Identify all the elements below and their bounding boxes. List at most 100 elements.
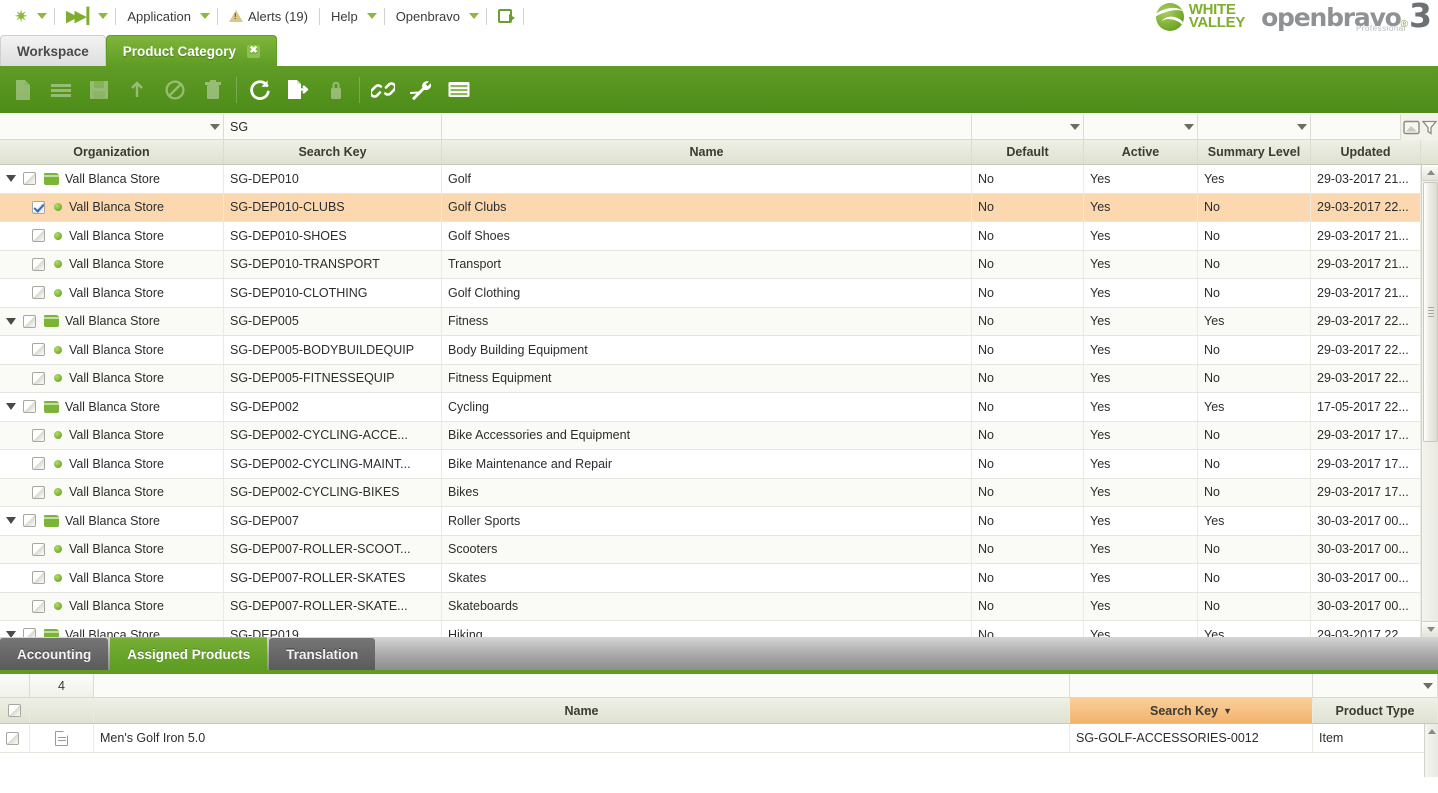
tab-workspace[interactable]: Workspace xyxy=(0,35,106,66)
table-row[interactable]: Vall Blanca Store SG-DEP010-CLUBS Golf Clu… xyxy=(0,193,1438,222)
expand-collapse-triangle-icon[interactable] xyxy=(6,403,16,411)
filter-product-type[interactable] xyxy=(1313,674,1438,697)
row-checkbox[interactable] xyxy=(23,628,36,637)
row-checkbox[interactable] xyxy=(32,599,45,613)
filter-product-type-input[interactable] xyxy=(1313,674,1437,697)
column-header-updated[interactable]: Updated xyxy=(1311,140,1421,164)
chevron-down-icon[interactable] xyxy=(1297,123,1307,130)
expand-collapse-triangle-icon[interactable] xyxy=(6,175,16,183)
tab-assigned-products[interactable]: Assigned Products xyxy=(110,634,268,670)
filter-summary-level-input[interactable] xyxy=(1198,114,1310,139)
table-row[interactable]: Vall Blanca Store SG-DEP010-SHOES Golf Sho… xyxy=(0,222,1438,251)
table-row[interactable]: Vall Blanca Store SG-DEP007 Roller Sports N… xyxy=(0,507,1438,536)
tab-accounting[interactable]: Accounting xyxy=(0,638,109,670)
table-row[interactable]: Vall Blanca Store SG-DEP010 Golf No Yes Yes 29… xyxy=(0,165,1438,194)
row-checkbox[interactable] xyxy=(23,514,36,528)
table-row[interactable]: Vall Blanca Store SG-DEP002 Cycling No Yes Ye… xyxy=(0,393,1438,422)
table-row[interactable]: Vall Blanca Store SG-DEP010-CLOTHING Golf … xyxy=(0,279,1438,308)
filter-default[interactable] xyxy=(972,114,1084,139)
row-checkbox[interactable] xyxy=(32,542,45,556)
lock-button[interactable] xyxy=(317,71,355,109)
row-checkbox[interactable] xyxy=(32,229,45,243)
table-row[interactable]: Vall Blanca Store SG-DEP007-ROLLER-SKATES… xyxy=(0,564,1438,593)
logout-button[interactable] xyxy=(492,3,518,29)
row-checkbox[interactable] xyxy=(32,571,45,585)
scroll-down-arrow-icon[interactable] xyxy=(1422,621,1438,637)
filter-product-name-input[interactable] xyxy=(94,674,1069,697)
menu-item-openbravo[interactable]: Openbravo xyxy=(390,3,466,29)
recent-button[interactable]: ▶▶┃ xyxy=(60,3,95,29)
table-row[interactable]: Vall Blanca Store SG-DEP005-BODYBUILDEQUI… xyxy=(0,336,1438,365)
export-button[interactable] xyxy=(279,71,317,109)
openbravo-chevron-down-icon[interactable] xyxy=(469,13,480,19)
column-header-active[interactable]: Active xyxy=(1084,140,1198,164)
row-checkbox[interactable] xyxy=(32,343,45,357)
column-header-product-type[interactable]: Product Type xyxy=(1313,698,1438,723)
expand-collapse-triangle-icon[interactable] xyxy=(6,517,16,525)
column-header-search-key[interactable]: Search Key xyxy=(224,140,442,164)
assigned-product-row[interactable]: Men's Golf Iron 5.0 SG-GOLF-ACCESSORIES-0… xyxy=(0,724,1438,753)
chevron-down-icon[interactable] xyxy=(1423,682,1433,689)
favorites-star-button[interactable]: ✷ xyxy=(8,3,34,29)
column-header-default[interactable]: Default xyxy=(972,140,1084,164)
row-checkbox[interactable] xyxy=(23,314,36,328)
refresh-button[interactable] xyxy=(241,71,279,109)
row-checkbox[interactable] xyxy=(23,172,36,186)
assigned-product-checkbox-cell[interactable] xyxy=(0,724,30,752)
chevron-down-icon[interactable] xyxy=(1070,123,1080,130)
select-all-checkbox-cell[interactable] xyxy=(0,698,30,723)
filter-search-key-input[interactable] xyxy=(224,114,441,139)
table-row[interactable]: Vall Blanca Store SG-DEP002-CYCLING-MAINT… xyxy=(0,450,1438,479)
scroll-up-arrow-icon[interactable] xyxy=(1422,165,1438,181)
filter-funnel-icon[interactable] xyxy=(1422,120,1437,135)
row-checkbox[interactable] xyxy=(32,428,45,442)
chevron-down-icon[interactable] xyxy=(210,123,220,130)
row-checkbox[interactable] xyxy=(6,731,19,745)
expand-collapse-triangle-icon[interactable] xyxy=(6,631,16,637)
table-row[interactable]: Vall Blanca Store SG-DEP005-FITNESSEQUIP F… xyxy=(0,364,1438,393)
filter-name[interactable] xyxy=(442,114,972,139)
save-button[interactable] xyxy=(80,71,118,109)
scrollbar-thumb[interactable] xyxy=(1423,182,1438,442)
table-row[interactable]: Vall Blanca Store SG-DEP002-CYCLING-ACCE.… xyxy=(0,421,1438,450)
select-all-checkbox[interactable] xyxy=(8,704,21,717)
column-header-name[interactable]: Name xyxy=(442,140,972,164)
new-row-button[interactable] xyxy=(42,71,80,109)
table-row[interactable]: Vall Blanca Store SG-DEP005 Fitness No Yes Ye… xyxy=(0,307,1438,336)
filter-search-key[interactable] xyxy=(224,114,442,139)
help-chevron-down-icon[interactable] xyxy=(366,13,377,19)
filter-organization[interactable] xyxy=(0,114,224,139)
row-checkbox[interactable] xyxy=(32,286,45,300)
table-row[interactable]: Vall Blanca Store SG-DEP010-TRANSPORT Tran… xyxy=(0,250,1438,279)
filter-product-search-key-input[interactable] xyxy=(1070,674,1312,697)
table-row[interactable]: Vall Blanca Store SG-DEP019 Hiking No Yes Yes… xyxy=(0,621,1438,637)
column-header-organization[interactable]: Organization xyxy=(0,140,224,164)
row-checkbox[interactable] xyxy=(32,457,45,471)
row-checkbox[interactable] xyxy=(32,257,45,271)
tab-product-category[interactable]: Product Category ✖ xyxy=(105,35,278,66)
menu-item-alerts[interactable]: Alerts (19) xyxy=(223,3,314,29)
print-button[interactable] xyxy=(440,71,478,109)
row-checkbox[interactable] xyxy=(32,200,45,214)
column-header-summary-level[interactable]: Summary Level xyxy=(1198,140,1311,164)
column-header-product-name[interactable]: Name xyxy=(94,698,1070,723)
grid-vertical-scrollbar[interactable] xyxy=(1421,165,1438,637)
application-chevron-down-icon[interactable] xyxy=(199,13,210,19)
tab-translation[interactable]: Translation xyxy=(269,638,376,670)
grid-config-icon[interactable] xyxy=(1403,120,1420,135)
filter-name-input[interactable] xyxy=(442,114,971,139)
table-row[interactable]: Vall Blanca Store SG-DEP007-ROLLER-SCOOT.… xyxy=(0,535,1438,564)
delete-button[interactable] xyxy=(194,71,232,109)
table-row[interactable]: Vall Blanca Store SG-DEP007-ROLLER-SKATE.… xyxy=(0,592,1438,621)
filter-active[interactable] xyxy=(1084,114,1198,139)
filter-organization-input[interactable] xyxy=(0,114,223,139)
filter-summary-level[interactable] xyxy=(1198,114,1311,139)
undo-button[interactable] xyxy=(118,71,156,109)
filter-active-input[interactable] xyxy=(1084,114,1197,139)
column-header-product-search-key[interactable]: Search Key ▼ xyxy=(1070,698,1313,723)
filter-product-name[interactable] xyxy=(94,674,1070,697)
attachment-link-button[interactable] xyxy=(364,71,402,109)
row-checkbox[interactable] xyxy=(32,485,45,499)
expand-collapse-triangle-icon[interactable] xyxy=(6,317,16,325)
new-record-button[interactable] xyxy=(4,71,42,109)
